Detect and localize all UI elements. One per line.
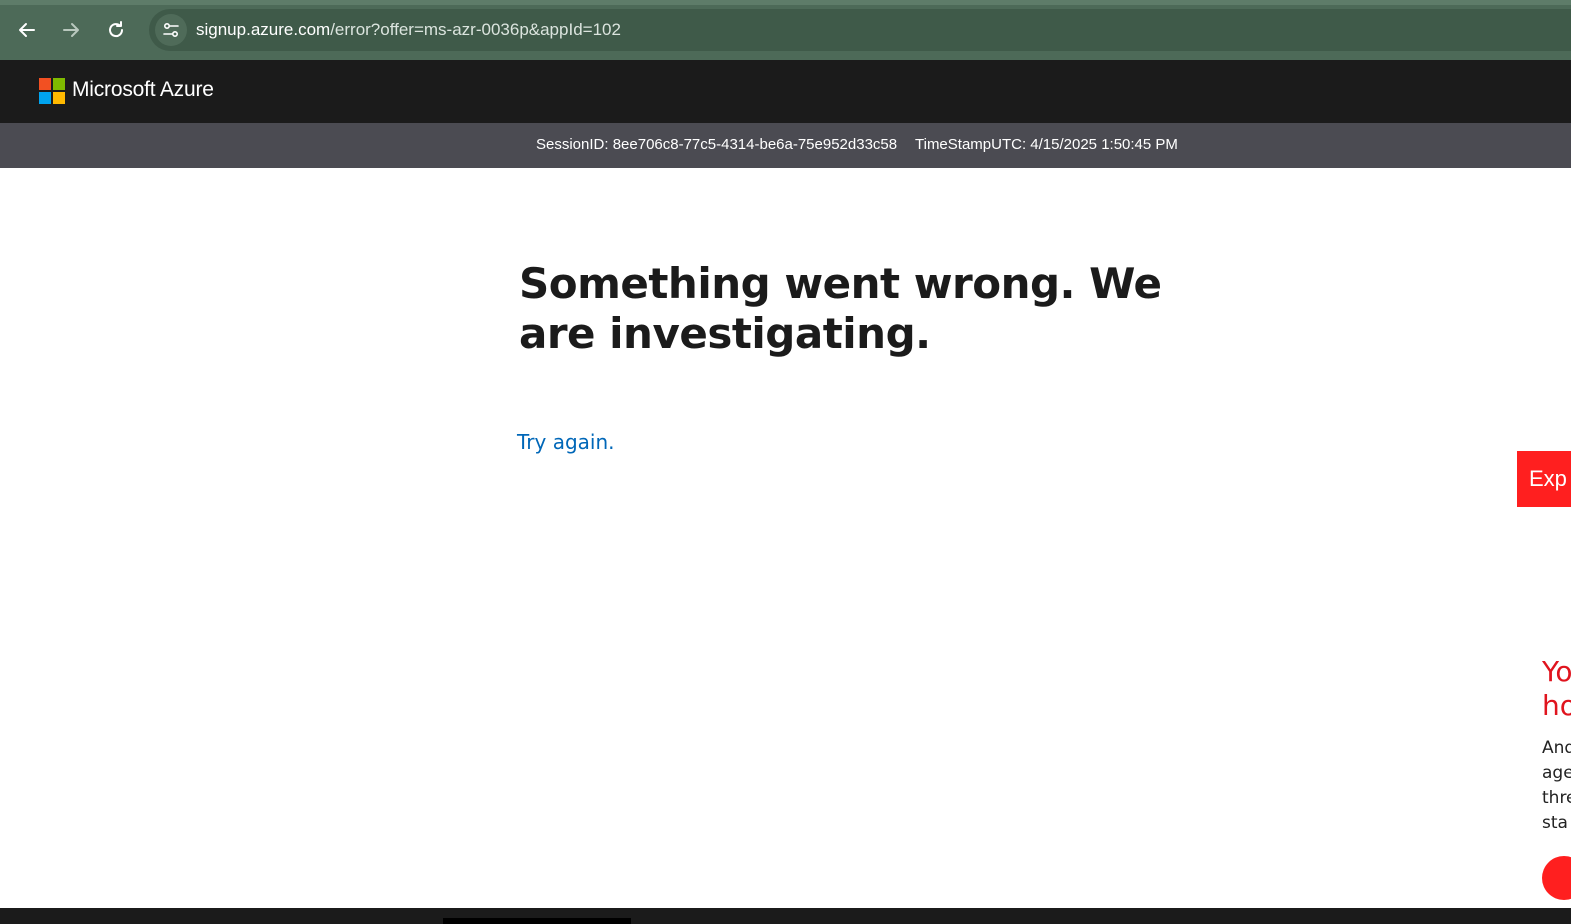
reload-icon bbox=[109, 21, 124, 38]
promo-text-line: age bbox=[1542, 763, 1571, 783]
reload-button[interactable] bbox=[100, 14, 132, 46]
try-again-link[interactable]: Try again. bbox=[517, 430, 615, 454]
session-id: SessionID: 8ee706c8-77c5-4314-be6a-75e95… bbox=[536, 136, 898, 153]
url-path: /error?offer=ms-azr-0036p&appId=102 bbox=[330, 20, 621, 39]
logo-square-green bbox=[53, 78, 65, 90]
timestamp-utc: TimeStampUTC: 4/15/2025 1:50:45 PM bbox=[915, 136, 1178, 153]
logo-square-yellow bbox=[53, 92, 65, 104]
azure-header: Microsoft Azure bbox=[0, 60, 1571, 123]
promo-heading: Yo ho bbox=[1542, 655, 1571, 723]
site-info-button[interactable] bbox=[155, 14, 187, 46]
logo-square-red bbox=[39, 78, 51, 90]
bottom-bar bbox=[0, 908, 1571, 924]
tab-strip bbox=[0, 0, 1571, 5]
url-host: signup.azure.com bbox=[196, 20, 331, 39]
forward-button[interactable] bbox=[55, 14, 87, 46]
promo-heading-line: Yo bbox=[1542, 655, 1571, 688]
arrow-left-icon bbox=[19, 23, 35, 37]
feedback-tab[interactable]: Exp bbox=[1517, 451, 1571, 507]
promo-cta-button[interactable] bbox=[1542, 856, 1571, 900]
horizontal-scrollbar[interactable] bbox=[443, 918, 631, 924]
promo-text: And age thre sta bbox=[1542, 736, 1571, 836]
browser-toolbar: signup.azure.com/error?offer=ms-azr-0036… bbox=[0, 0, 1571, 60]
logo-square-blue bbox=[39, 92, 51, 104]
address-bar[interactable]: signup.azure.com/error?offer=ms-azr-0036… bbox=[149, 9, 1571, 51]
promo-panel: Yo ho And age thre sta bbox=[1517, 630, 1571, 910]
promo-text-line: thre bbox=[1542, 788, 1571, 808]
tune-icon bbox=[163, 22, 179, 38]
arrow-right-icon bbox=[63, 23, 79, 37]
back-button[interactable] bbox=[11, 14, 43, 46]
promo-heading-line: ho bbox=[1542, 689, 1571, 722]
brand-name[interactable]: Microsoft Azure bbox=[72, 78, 214, 102]
promo-text-line: sta bbox=[1542, 813, 1568, 833]
error-title: Something went wrong. We are investigati… bbox=[519, 259, 1162, 358]
microsoft-logo-icon[interactable] bbox=[39, 78, 65, 104]
promo-text-line: And bbox=[1542, 738, 1571, 758]
feedback-tab-label: Exp bbox=[1529, 466, 1567, 491]
session-info-bar: SessionID: 8ee706c8-77c5-4314-be6a-75e95… bbox=[0, 123, 1571, 168]
url-text[interactable]: signup.azure.com/error?offer=ms-azr-0036… bbox=[196, 20, 621, 40]
